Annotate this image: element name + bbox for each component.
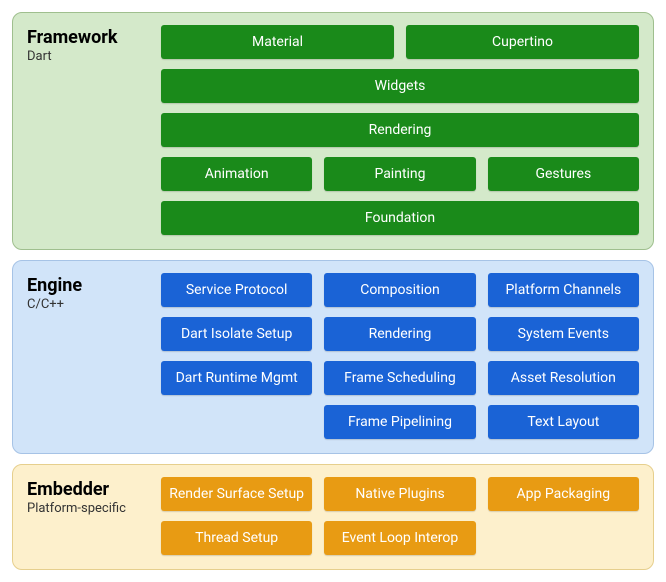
box-app-packaging: App Packaging: [488, 477, 639, 511]
layer-embedder: Embedder Platform-specific Render Surfac…: [12, 464, 654, 570]
layer-subtitle: Dart: [27, 49, 147, 64]
box-platform-channels: Platform Channels: [488, 273, 639, 307]
box-text-layout: Text Layout: [488, 405, 639, 439]
layer-body-framework: Material Cupertino Widgets Rendering Ani…: [161, 25, 639, 235]
box-gestures: Gestures: [488, 157, 639, 191]
box-system-events: System Events: [488, 317, 639, 351]
box-foundation: Foundation: [161, 201, 639, 235]
layer-body-embedder: Render Surface Setup Native Plugins App …: [161, 477, 639, 555]
box-thread-setup: Thread Setup: [161, 521, 312, 555]
layer-title: Embedder: [27, 479, 147, 500]
box-animation: Animation: [161, 157, 312, 191]
box-dart-isolate-setup: Dart Isolate Setup: [161, 317, 312, 351]
layer-body-engine: Service Protocol Composition Platform Ch…: [161, 273, 639, 439]
layer-title: Engine: [27, 275, 147, 296]
box-render-surface-setup: Render Surface Setup: [161, 477, 312, 511]
box-native-plugins: Native Plugins: [324, 477, 475, 511]
box-material: Material: [161, 25, 394, 59]
layer-header-embedder: Embedder Platform-specific: [27, 477, 147, 555]
layer-header-framework: Framework Dart: [27, 25, 147, 235]
box-event-loop-interop: Event Loop Interop: [324, 521, 475, 555]
box-cupertino: Cupertino: [406, 25, 639, 59]
box-frame-scheduling: Frame Scheduling: [324, 361, 475, 395]
layer-header-engine: Engine C/C++: [27, 273, 147, 439]
box-widgets: Widgets: [161, 69, 639, 103]
box-service-protocol: Service Protocol: [161, 273, 312, 307]
box-frame-pipelining: Frame Pipelining: [324, 405, 475, 439]
box-empty: [161, 405, 312, 439]
layer-engine: Engine C/C++ Service Protocol Compositio…: [12, 260, 654, 454]
box-dart-runtime-mgmt: Dart Runtime Mgmt: [161, 361, 312, 395]
box-asset-resolution: Asset Resolution: [488, 361, 639, 395]
box-rendering-engine: Rendering: [324, 317, 475, 351]
box-composition: Composition: [324, 273, 475, 307]
box-painting: Painting: [324, 157, 475, 191]
layer-subtitle: C/C++: [27, 297, 147, 312]
layer-framework: Framework Dart Material Cupertino Widget…: [12, 12, 654, 250]
layer-title: Framework: [27, 27, 147, 48]
box-rendering: Rendering: [161, 113, 639, 147]
layer-subtitle: Platform-specific: [27, 501, 147, 516]
box-empty: [488, 521, 639, 555]
